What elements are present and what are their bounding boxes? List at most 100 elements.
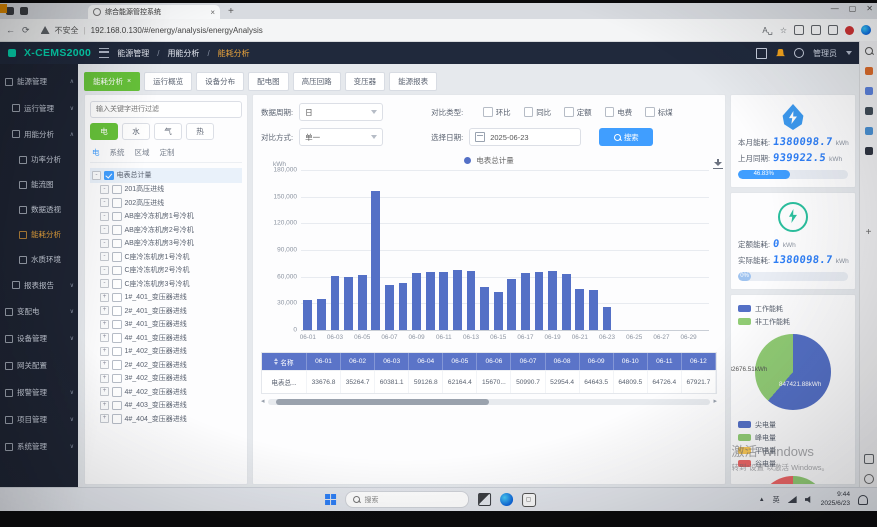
tree-node-root[interactable]: -电表总计量: [90, 168, 242, 183]
bar[interactable]: [535, 272, 544, 330]
sidebar-item-device-mgmt[interactable]: 设备管理∨: [0, 325, 78, 352]
hidden-icons-chevron[interactable]: ▲: [759, 497, 765, 503]
tree-expand-icon[interactable]: +: [100, 387, 109, 396]
browser-profile-icon[interactable]: [20, 7, 28, 15]
taskbar-search-box[interactable]: 搜索: [345, 491, 469, 508]
extensions-icon[interactable]: [828, 25, 838, 35]
checkbox-checked[interactable]: [104, 171, 114, 181]
checkbox-unchecked[interactable]: [112, 212, 122, 222]
tree-collapse-icon[interactable]: -: [100, 185, 109, 194]
browser-profile-avatar[interactable]: [845, 26, 854, 35]
chart-legend[interactable]: 电表总计量: [261, 155, 717, 166]
bar[interactable]: [562, 274, 571, 330]
sidebar-extension-icon[interactable]: [865, 147, 873, 155]
legend-label[interactable]: 平电量: [755, 446, 776, 456]
sidebar-search-icon[interactable]: [865, 47, 873, 55]
new-tab-button[interactable]: +: [228, 6, 234, 17]
energy-type-button[interactable]: 水: [122, 123, 150, 140]
user-name[interactable]: 管理员: [813, 48, 837, 59]
legend-label[interactable]: 尖电量: [755, 420, 776, 430]
checkbox-unchecked[interactable]: [524, 107, 534, 117]
checkbox-unchecked[interactable]: [112, 347, 122, 357]
legend-label[interactable]: 非工作能耗: [755, 317, 790, 327]
sidebar-item-alarm-mgmt[interactable]: 报警管理∨: [0, 379, 78, 406]
checkbox-unchecked[interactable]: [112, 320, 122, 330]
tree-node[interactable]: -AB座冷冻机房3号冷机: [90, 237, 242, 251]
sidebar-item-water-env[interactable]: 水质环境: [0, 247, 78, 272]
tree-collapse-icon[interactable]: -: [100, 252, 109, 261]
tree-expand-icon[interactable]: +: [100, 414, 109, 423]
checkbox-unchecked[interactable]: [605, 107, 615, 117]
tree-node[interactable]: -AB座冷冻机房2号冷机: [90, 223, 242, 237]
tree-expand-icon[interactable]: +: [100, 320, 109, 329]
bar[interactable]: [385, 285, 394, 330]
checkbox-unchecked[interactable]: [645, 107, 655, 117]
compare-option[interactable]: 定额: [564, 107, 592, 118]
compare-mode-select[interactable]: 单一: [299, 128, 383, 146]
tree-collapse-icon[interactable]: -: [100, 279, 109, 288]
sidebar-panel-icon[interactable]: [864, 454, 874, 464]
tree-node[interactable]: +3#_401_变压器进线: [90, 318, 242, 332]
tree-node[interactable]: +4#_401_变压器进线: [90, 331, 242, 345]
tree-node[interactable]: -201高压进线: [90, 183, 242, 197]
period-select[interactable]: 日: [299, 103, 383, 121]
scrollbar-thumb[interactable]: [276, 399, 489, 405]
checkbox-unchecked[interactable]: [112, 306, 122, 316]
bar[interactable]: [603, 307, 612, 330]
reload-icon[interactable]: ⟳: [22, 25, 30, 36]
tree-collapse-icon[interactable]: -: [100, 212, 109, 221]
checkbox-unchecked[interactable]: [112, 225, 122, 235]
checkbox-unchecked[interactable]: [112, 252, 122, 262]
tree-expand-icon[interactable]: +: [100, 374, 109, 383]
tree-expand-icon[interactable]: +: [100, 347, 109, 356]
sidebar-extension-icon[interactable]: [865, 67, 873, 75]
tab-close-icon[interactable]: ×: [210, 8, 215, 17]
back-icon[interactable]: ←: [6, 25, 15, 35]
compare-option[interactable]: 标煤: [645, 107, 673, 118]
sidebar-item-energy-flow[interactable]: 能流图: [0, 172, 78, 197]
tab-close-icon[interactable]: ×: [127, 78, 131, 85]
sidebar-item-report[interactable]: 报表报告∨: [0, 272, 78, 298]
tree-node[interactable]: +3#_402_变压器进线: [90, 372, 242, 386]
breadcrumb-energy-mgmt[interactable]: 能源管理: [117, 48, 149, 59]
sidebar-item-gateway-config[interactable]: 网关配置: [0, 352, 78, 379]
edge-taskbar-icon[interactable]: [500, 493, 513, 506]
compare-option[interactable]: 环比: [483, 107, 511, 118]
compare-option[interactable]: 电费: [605, 107, 633, 118]
notification-center-icon[interactable]: [858, 495, 868, 505]
sidebar-item-power-analysis[interactable]: 功率分析: [0, 147, 78, 172]
tree-view-tab[interactable]: 区域: [135, 147, 150, 158]
bar[interactable]: [494, 292, 503, 330]
sidebar-item-consumption-analysis[interactable]: 能耗分析: [0, 222, 78, 247]
scroll-left-icon[interactable]: ◂: [261, 398, 265, 406]
legend-label[interactable]: 峰电量: [755, 433, 776, 443]
tree-expand-icon[interactable]: +: [100, 333, 109, 342]
tree-node[interactable]: -AB座冷冻机房1号冷机: [90, 210, 242, 224]
tree-search-input[interactable]: [90, 101, 242, 118]
sidebar-settings-gear-icon[interactable]: [864, 474, 874, 484]
tree-collapse-icon[interactable]: -: [100, 198, 109, 207]
tree-expand-icon[interactable]: +: [100, 293, 109, 302]
compare-option[interactable]: 同比: [524, 107, 552, 118]
energy-type-button[interactable]: 热: [186, 123, 214, 140]
close-button[interactable]: ✕: [866, 4, 873, 13]
checkbox-unchecked[interactable]: [112, 279, 122, 289]
favorite-star-icon[interactable]: ☆: [780, 26, 787, 35]
date-picker[interactable]: 2025-06-23: [469, 128, 581, 146]
chevron-down-icon[interactable]: [846, 51, 852, 55]
tree-node[interactable]: -C座冷冻机房2号冷机: [90, 264, 242, 278]
checkbox-unchecked[interactable]: [112, 198, 122, 208]
checkbox-unchecked[interactable]: [112, 333, 122, 343]
tree-expand-icon[interactable]: +: [100, 306, 109, 315]
tree-node[interactable]: +4#_402_变压器进线: [90, 385, 242, 399]
network-icon[interactable]: [788, 496, 797, 503]
tree-node[interactable]: -C座冷冻机房1号冷机: [90, 250, 242, 264]
tree-node[interactable]: +1#_401_变压器进线: [90, 291, 242, 305]
sidebar-extension-icon[interactable]: [865, 107, 873, 115]
checkbox-unchecked[interactable]: [112, 239, 122, 249]
bar[interactable]: [575, 289, 584, 330]
fullscreen-icon[interactable]: [756, 48, 767, 59]
bar[interactable]: [467, 271, 476, 330]
download-chart-icon[interactable]: [713, 159, 723, 169]
sidebar-extension-icon[interactable]: [865, 87, 873, 95]
